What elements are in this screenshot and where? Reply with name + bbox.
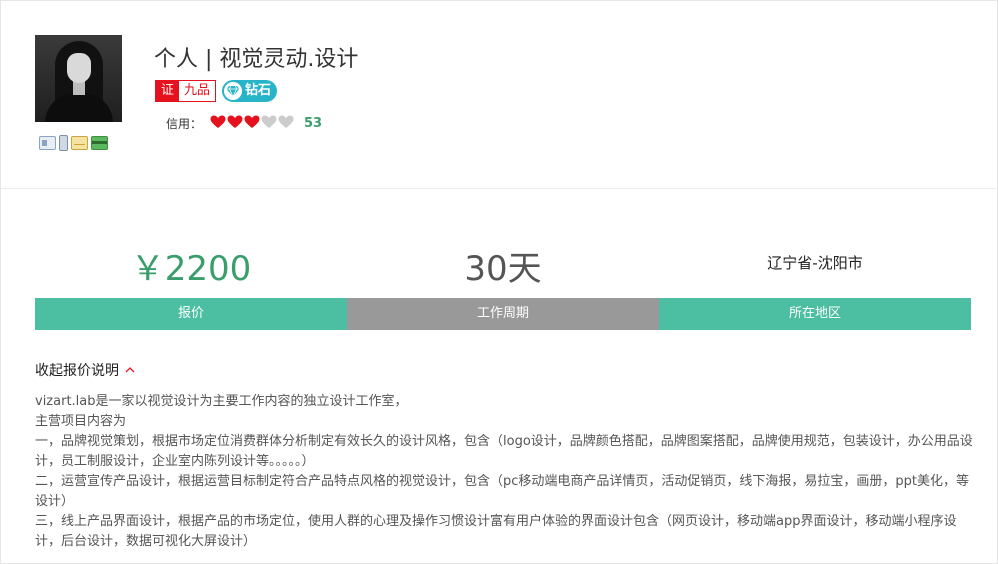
id-card-icon[interactable] [39,136,56,150]
cert-tag: 证 [156,81,180,101]
shop-name[interactable]: 个人 | 视觉灵动.设计 [154,41,358,73]
credit-hearts [210,114,294,133]
heart-filled-icon [244,114,260,133]
heart-filled-icon [227,114,243,133]
badges: 证 九品 钻石 [155,80,278,102]
heart-filled-icon [210,114,226,133]
region-label: 所在地区 [659,298,971,330]
cert-badge[interactable]: 证 九品 [155,80,217,102]
collapse-quote-label: 收起报价说明 [35,363,119,379]
diamond-badge[interactable]: 钻石 [222,80,278,102]
phone-icon[interactable] [59,135,68,151]
heart-empty-icon [278,114,294,133]
price-value: ￥2200 [130,249,252,289]
description-line: 二，运营宣传产品设计，根据运营目标制定符合产品特点风格的视觉设计，包含（pc移动… [35,474,970,509]
quote-description: vizart.lab是一家以视觉设计为主要工作内容的独立设计工作室， 主营项目内… [35,392,975,552]
period-value: 30天 [464,249,542,289]
bank-card-icon[interactable] [91,136,108,150]
quote-stats: ￥2200 30天 辽宁省-沈阳市 报价 工作周期 所在地区 [35,231,971,331]
verification-icons [39,134,108,152]
description-line: 三，线上产品界面设计，根据产品的市场定位，使用人群的心理及操作习惯设计富有用户体… [35,514,957,549]
heart-empty-icon [261,114,277,133]
chevron-up-icon [125,367,135,373]
description-line: vizart.lab是一家以视觉设计为主要工作内容的独立设计工作室， [35,394,408,409]
cert-level: 九品 [179,81,216,101]
price-label: 报价 [35,298,347,330]
region-value: 辽宁省-沈阳市 [767,254,863,272]
credit-rating: 信用： 53 [166,114,322,133]
profile-header: 个人 | 视觉灵动.设计 证 九品 钻石 信用： 53 [1,1,998,189]
description-line: 一，品牌视觉策划，根据市场定位消费群体分析制定有效长久的设计风格，包含（logo… [35,434,973,469]
description-line: 主营项目内容为 [35,414,127,429]
collapse-quote-toggle[interactable]: 收起报价说明 [35,360,135,380]
diamond-icon [224,82,243,100]
avatar[interactable] [35,35,122,122]
diamond-label: 钻石 [245,83,272,98]
credit-label: 信用： [166,117,203,131]
period-label: 工作周期 [347,298,659,330]
mail-icon[interactable] [71,136,88,150]
page: 个人 | 视觉灵动.设计 证 九品 钻石 信用： 53 ￥2200 30天 辽宁… [0,0,998,564]
credit-score: 53 [304,116,323,131]
